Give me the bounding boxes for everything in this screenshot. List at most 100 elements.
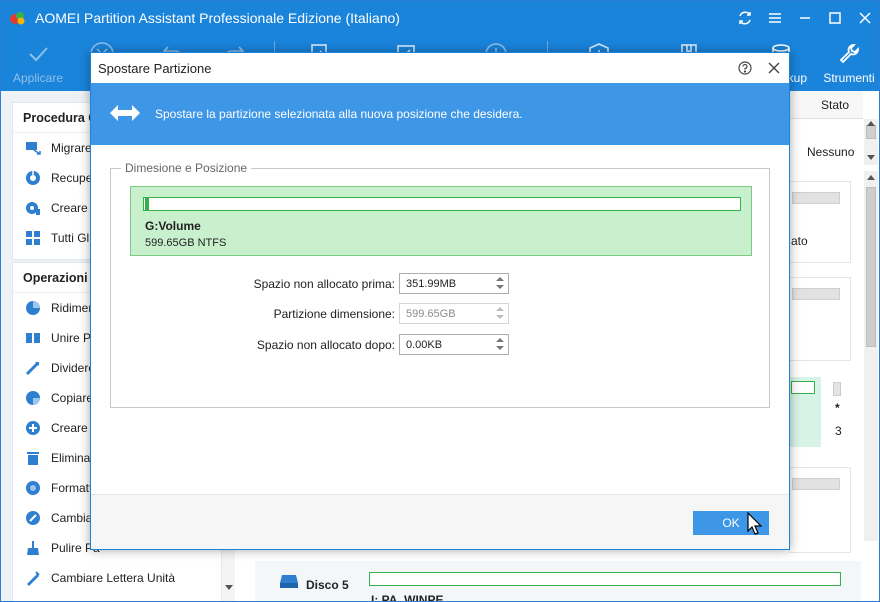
table-scrollbar[interactable] xyxy=(864,119,878,165)
disk-card[interactable] xyxy=(789,467,851,553)
disk-view-scrollbar[interactable] xyxy=(864,171,878,541)
minimize-button[interactable] xyxy=(792,5,818,31)
group-title: Dimesione e Posizione xyxy=(121,161,252,175)
resize-icon xyxy=(26,301,40,315)
field-row-size: Partizione dimensione: xyxy=(111,303,771,325)
recover-icon xyxy=(26,171,40,185)
sidebar-item-label: Copiare xyxy=(51,391,94,405)
disk-card[interactable] xyxy=(789,181,851,263)
field-row-before: Spazio non allocato prima: xyxy=(111,273,771,295)
disk-name: Disco 5 xyxy=(306,578,349,592)
unallocated-marker: * xyxy=(835,401,840,415)
disk-usage-bar xyxy=(792,288,840,300)
increment-arrow-icon[interactable] xyxy=(496,277,504,281)
title-bar: AOMEI Partition Assistant Professionale … xyxy=(1,1,879,35)
status-column-header[interactable]: Stato xyxy=(789,91,863,119)
wrench-icon xyxy=(839,44,859,64)
mouse-cursor-icon xyxy=(747,512,763,535)
checkmark-icon xyxy=(29,47,48,62)
scroll-up-icon xyxy=(867,121,875,126)
decrement-arrow-icon xyxy=(496,315,504,319)
close-window-button[interactable] xyxy=(852,5,878,31)
tools-label: Strumenti xyxy=(823,71,875,85)
scroll-down-icon xyxy=(225,585,233,590)
menu-button[interactable] xyxy=(762,5,788,31)
disk-usage-bar xyxy=(792,478,840,490)
partition-info: 599.65GB NTFS xyxy=(145,237,227,249)
partition-preview: G:Volume 599.65GB NTFS xyxy=(130,186,752,256)
move-partition-dialog: Spostare Partizione Spostare la partizio… xyxy=(90,52,790,550)
partition-size-label: Partizione dimensione: xyxy=(273,307,395,321)
disk-partition-bar[interactable] xyxy=(369,572,841,586)
refresh-button[interactable] xyxy=(732,5,758,31)
all-tools-icon xyxy=(26,231,40,245)
maximize-button[interactable] xyxy=(822,5,848,31)
increment-arrow-icon xyxy=(496,307,504,311)
disk-partition-label: I: PA_WINPE xyxy=(371,593,444,602)
close-icon xyxy=(859,12,871,24)
dialog-banner: Spostare la partizione selezionata alla … xyxy=(91,83,789,145)
merge-icon xyxy=(26,333,40,343)
stepper-arrows[interactable] xyxy=(492,274,508,293)
partition-number: 3 xyxy=(835,424,842,438)
move-arrows-icon xyxy=(110,105,140,121)
disk-usage-bar xyxy=(792,192,840,204)
copy-icon xyxy=(26,391,40,405)
scroll-up-icon xyxy=(867,175,875,180)
app-logo-icon xyxy=(10,12,25,25)
sidebar-item-change-letter[interactable]: Cambiare Lettera Unità xyxy=(13,563,221,593)
change-icon xyxy=(26,511,40,525)
wipe-icon xyxy=(27,541,39,555)
unallocated-before-input[interactable] xyxy=(400,274,492,293)
field-row-after: Spazio non allocato dopo: xyxy=(111,334,771,356)
sidebar-item-label: Migrare xyxy=(51,141,92,155)
disk-drive-icon xyxy=(280,575,298,588)
format-icon xyxy=(26,481,40,495)
unallocated-before-label: Spazio non allocato prima: xyxy=(253,277,395,291)
size-position-group: Dimesione e Posizione G:Volume 599.65GB … xyxy=(110,161,771,408)
unallocated-after-stepper[interactable] xyxy=(399,334,509,355)
tools-button[interactable]: Strumenti xyxy=(819,35,879,91)
apply-label: Applicare xyxy=(12,71,64,85)
partition-usage-bar xyxy=(791,381,815,394)
disk-card[interactable] xyxy=(789,277,851,361)
selected-partition-block[interactable] xyxy=(789,377,821,447)
partition-info-text: ato xyxy=(791,234,808,248)
menu-icon xyxy=(769,13,781,23)
stepper-arrows xyxy=(492,304,508,323)
partition-size-stepper xyxy=(399,303,509,324)
split-icon xyxy=(25,361,40,376)
unallocated-before-stepper[interactable] xyxy=(399,273,509,294)
sidebar-item-label: Dividere xyxy=(51,361,96,375)
scroll-down-icon xyxy=(867,155,875,160)
dialog-title-bar: Spostare Partizione xyxy=(91,53,789,83)
increment-arrow-icon[interactable] xyxy=(496,338,504,342)
partition-used-fill[interactable] xyxy=(145,198,149,210)
dialog-close-button[interactable] xyxy=(764,58,784,78)
create-partition-icon xyxy=(26,421,40,435)
migrate-os-icon xyxy=(26,142,41,155)
sidebar-item-label: Cambiare Lettera Unità xyxy=(51,571,176,585)
unallocated-after-input[interactable] xyxy=(400,335,492,354)
dialog-title: Spostare Partizione xyxy=(98,61,212,76)
decrement-arrow-icon[interactable] xyxy=(496,346,504,350)
table-scroll-thumb[interactable] xyxy=(866,125,876,139)
delete-icon xyxy=(27,452,39,465)
close-icon xyxy=(768,62,780,74)
bootable-media-icon xyxy=(26,202,40,215)
unallocated-after-label: Spazio non allocato dopo: xyxy=(256,338,395,352)
disk-view-scroll-thumb[interactable] xyxy=(866,187,876,347)
minimize-icon xyxy=(800,17,810,19)
refresh-icon xyxy=(739,11,751,25)
decrement-arrow-icon[interactable] xyxy=(496,285,504,289)
window-title: AOMEI Partition Assistant Professionale … xyxy=(35,10,400,26)
dialog-instruction: Spostare la partizione selezionata alla … xyxy=(155,107,523,121)
maximize-icon xyxy=(829,12,841,24)
help-button[interactable] xyxy=(735,58,755,78)
change-letter-icon xyxy=(27,571,40,586)
partition-block[interactable] xyxy=(833,382,841,396)
apply-button[interactable]: Applicare xyxy=(9,35,67,91)
stepper-arrows[interactable] xyxy=(492,335,508,354)
partition-position-bar[interactable] xyxy=(143,197,741,211)
status-header-label: Stato xyxy=(821,98,850,112)
